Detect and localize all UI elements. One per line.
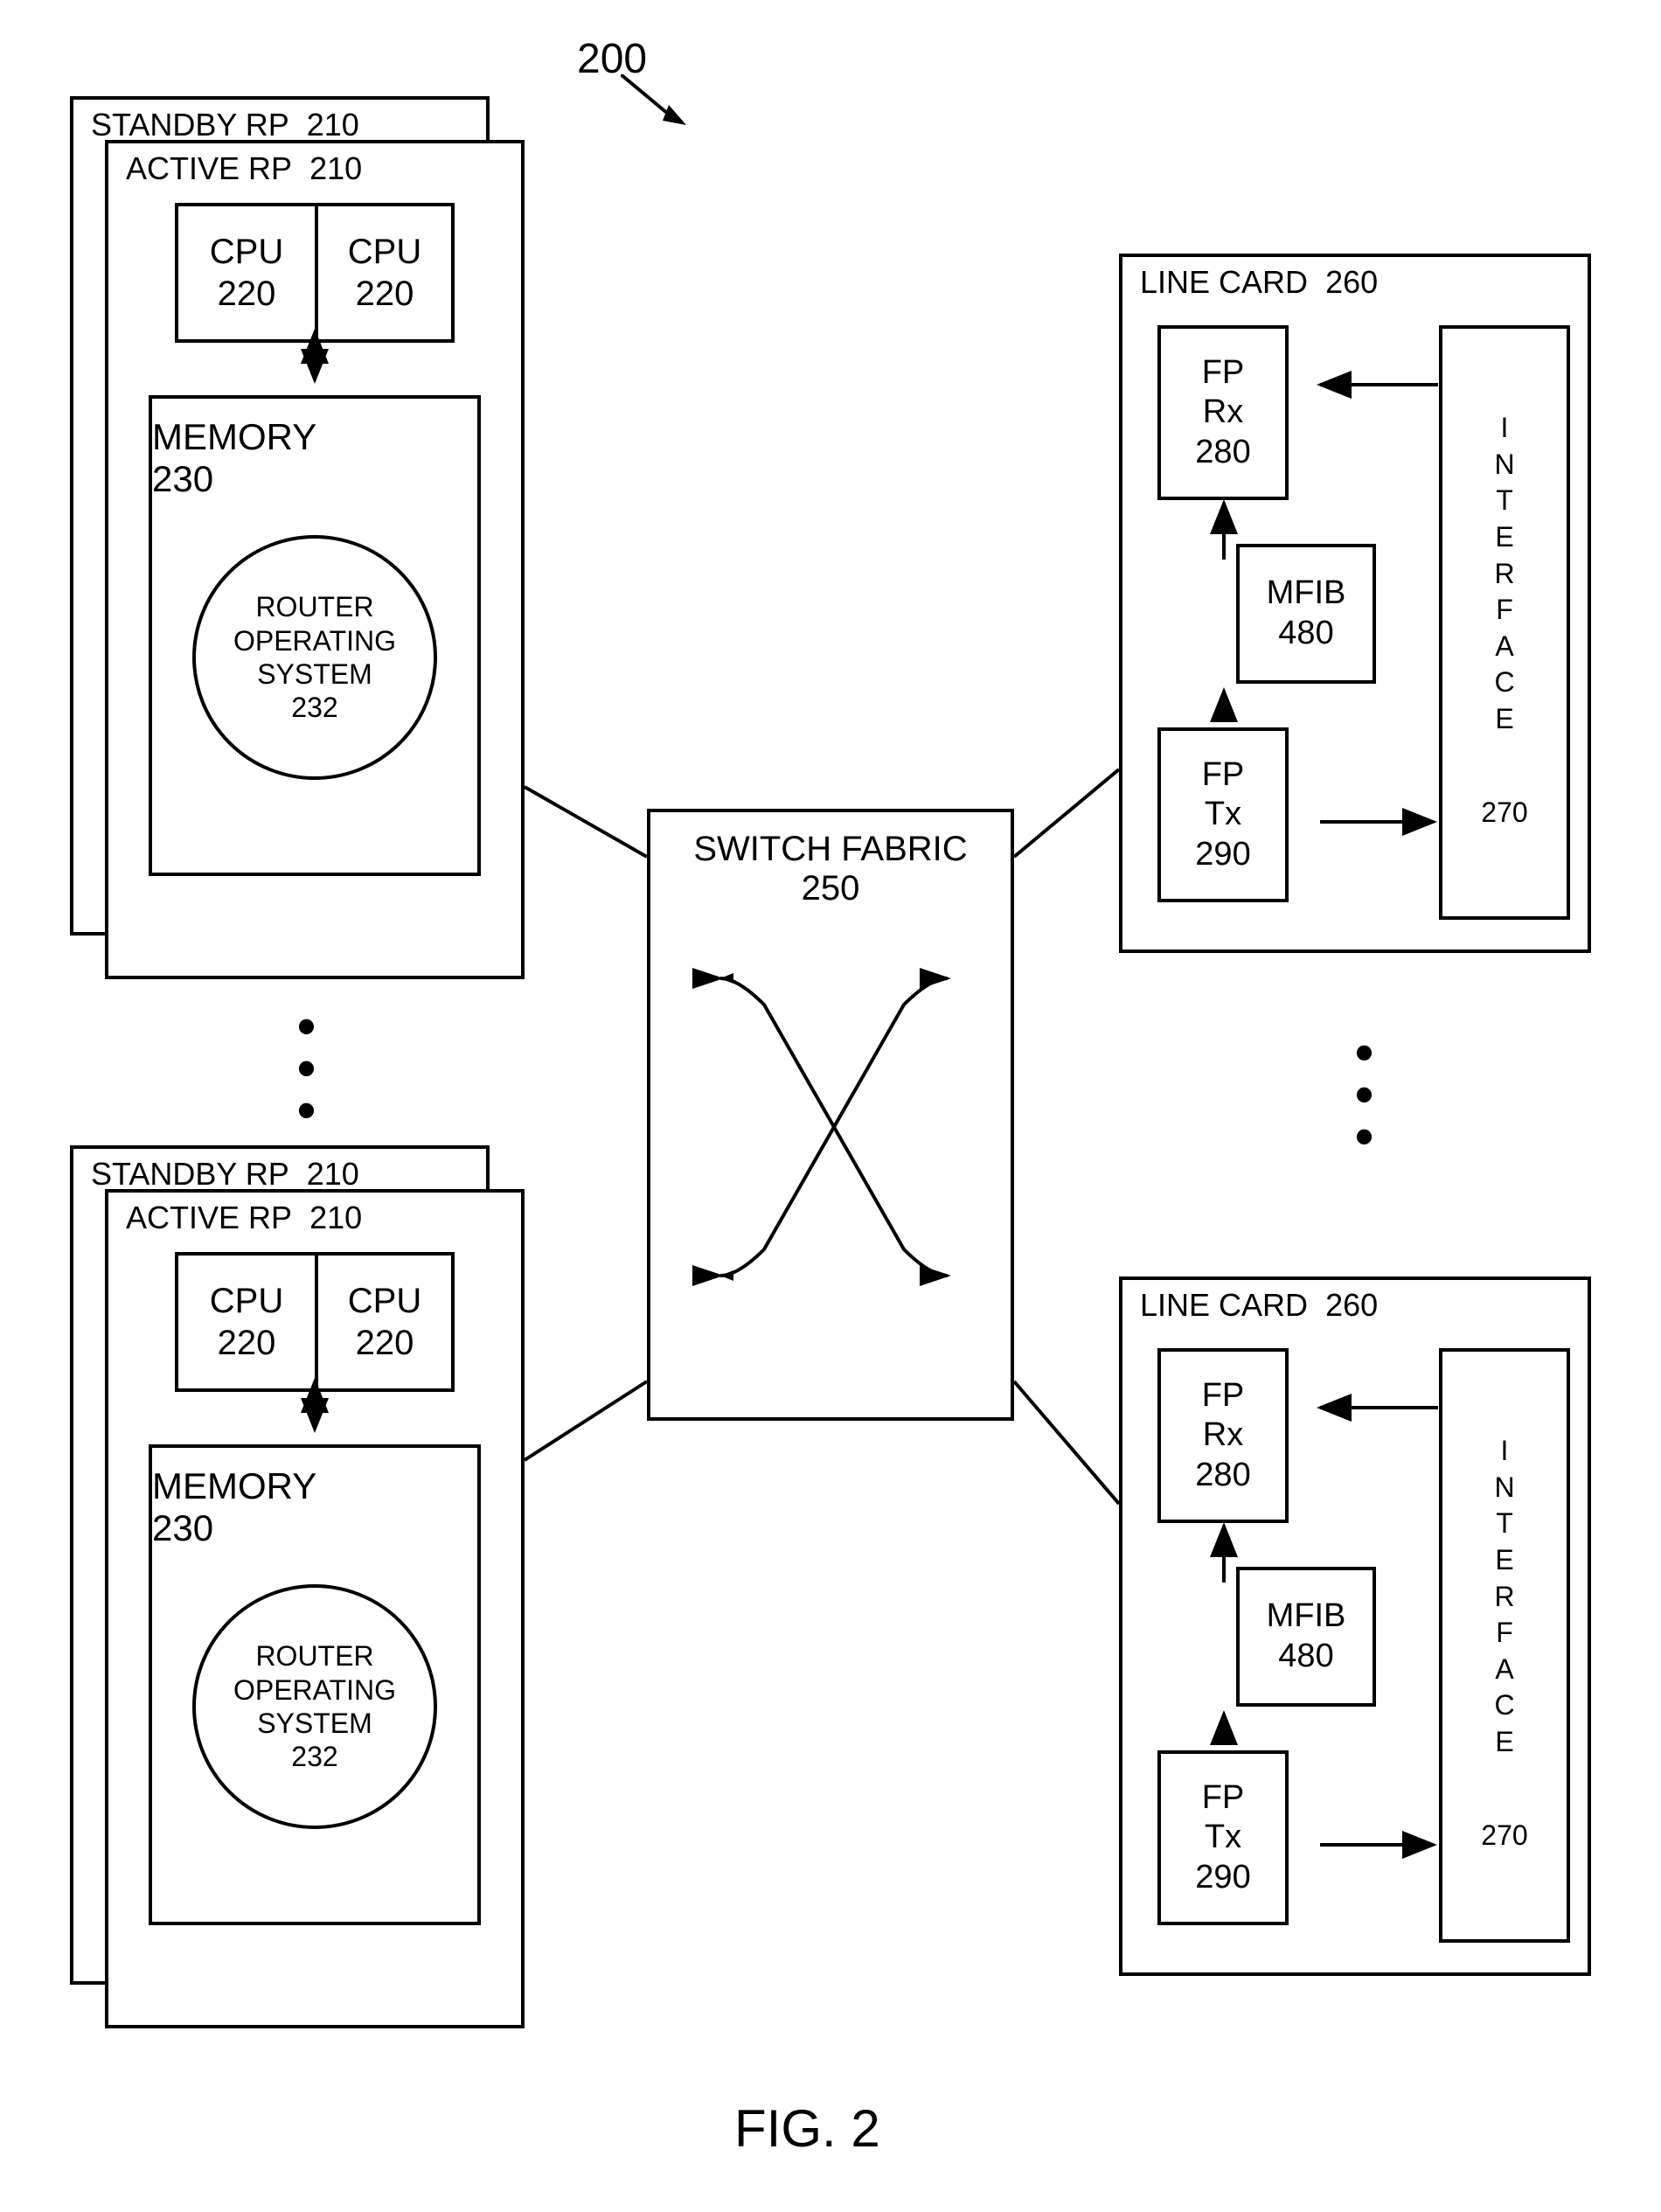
cpu-label: CPU (210, 1280, 283, 1322)
line-card-label: LINE CARD (1140, 1287, 1308, 1323)
memory-id: 230 (152, 1507, 213, 1548)
switch-fabric-id: 250 (802, 869, 860, 908)
standby-rp-id: 210 (307, 1156, 359, 1192)
interface-id: 270 (1481, 1813, 1527, 1858)
fp-tx-box: FP Tx 290 (1157, 1750, 1289, 1925)
cpu-label: CPU (348, 1280, 421, 1322)
cpu-id: 220 (356, 273, 414, 315)
mfib-box: MFIB 480 (1236, 1567, 1376, 1707)
line-card-id: 260 (1325, 1287, 1378, 1323)
router-os-line3: SYSTEM (257, 1707, 372, 1740)
switch-fabric-title: SWITCH FABRIC 250 (650, 812, 1011, 926)
cpu-id: 220 (356, 1322, 414, 1364)
line-card-label: LINE CARD (1140, 264, 1308, 300)
pointer-arrow-icon (621, 74, 708, 127)
router-os-line2: OPERATING (233, 1673, 396, 1707)
switch-fabric-box: SWITCH FABRIC 250 (647, 809, 1014, 1421)
dots-rp: ••• (297, 1005, 316, 1131)
memory-id: 230 (152, 458, 213, 499)
router-os-line3: SYSTEM (257, 657, 372, 691)
fp-rx-line1: FP (1202, 1376, 1245, 1416)
cpu-label: CPU (348, 231, 421, 273)
switch-fabric-label: SWITCH FABRIC (693, 830, 967, 868)
cpu-box-2: CPU 220 (315, 1252, 455, 1392)
router-os-circle: ROUTER OPERATING SYSTEM 232 (192, 535, 437, 780)
diagram-container: 200 STANDBY RP 210 ACTIVE RP 210 CPU 220… (17, 17, 1644, 2160)
switch-fabric-cross-icon (650, 926, 1018, 1398)
active-rp-box-1: ACTIVE RP 210 CPU 220 CPU 220 MEMORY 230 (105, 140, 525, 979)
router-os-id: 232 (291, 691, 337, 724)
fp-tx-line1: FP (1202, 1778, 1245, 1819)
figure-label: FIG. 2 (734, 2098, 880, 2159)
fp-tx-box: FP Tx 290 (1157, 727, 1289, 902)
router-os-id: 232 (291, 1740, 337, 1773)
cpu-box-1: CPU 220 (175, 1252, 315, 1392)
interface-id: 270 (1481, 790, 1527, 835)
active-rp-title: ACTIVE RP 210 (108, 1193, 521, 1243)
standby-rp-id: 210 (307, 107, 359, 143)
cpu-id: 220 (218, 1322, 276, 1364)
mfib-id: 480 (1278, 1637, 1333, 1677)
fp-rx-line2: Rx (1203, 393, 1243, 433)
fp-tx-id: 290 (1195, 835, 1250, 875)
interface-box: INTERFACE 270 (1439, 1348, 1570, 1943)
line-card-id: 260 (1325, 264, 1378, 300)
line-card-2: LINE CARD 260 FP Rx 280 MFIB 480 FP Tx 2… (1119, 1276, 1591, 1976)
active-rp-id: 210 (309, 150, 362, 186)
fp-rx-box: FP Rx 280 (1157, 325, 1289, 500)
cpu-container: CPU 220 CPU 220 (175, 203, 455, 343)
fp-tx-line2: Tx (1205, 795, 1241, 835)
router-os-line2: OPERATING (233, 624, 396, 657)
active-rp-label: ACTIVE RP (126, 1200, 292, 1235)
router-os-line1: ROUTER (255, 1639, 373, 1673)
router-os-circle: ROUTER OPERATING SYSTEM 232 (192, 1584, 437, 1829)
fp-rx-line1: FP (1202, 353, 1245, 393)
memory-label: MEMORY (152, 416, 316, 457)
fp-rx-box: FP Rx 280 (1157, 1348, 1289, 1523)
active-rp-box-2: ACTIVE RP 210 CPU 220 CPU 220 MEMORY 230 (105, 1189, 525, 2028)
line-card-1: LINE CARD 260 FP Rx 280 MFIB 480 FP Tx 2… (1119, 254, 1591, 953)
fp-rx-id: 280 (1195, 433, 1250, 473)
interface-letters: INTERFACE (1494, 1433, 1514, 1760)
active-rp-label: ACTIVE RP (126, 150, 292, 186)
dots-linecard: ••• (1355, 1032, 1373, 1158)
interface-letters: INTERFACE (1494, 410, 1514, 737)
mfib-id: 480 (1278, 614, 1333, 654)
line-card-title: LINE CARD 260 (1122, 257, 1588, 308)
cpu-label: CPU (210, 231, 283, 273)
router-os-line1: ROUTER (255, 590, 373, 623)
standby-rp-label: STANDBY RP (91, 107, 289, 143)
mfib-label: MFIB (1267, 574, 1346, 614)
fp-rx-id: 280 (1195, 1456, 1250, 1496)
fp-tx-line2: Tx (1205, 1818, 1241, 1858)
active-rp-id: 210 (309, 1200, 362, 1235)
line-card-content: FP Rx 280 MFIB 480 FP Tx 290 INTERFACE 2… (1122, 1331, 1588, 1960)
cpu-box-2: CPU 220 (315, 203, 455, 343)
memory-box: MEMORY 230 ROUTER OPERATING SYSTEM 232 (149, 1444, 481, 1925)
mfib-box: MFIB 480 (1236, 544, 1376, 684)
cpu-container: CPU 220 CPU 220 (175, 1252, 455, 1392)
memory-title: MEMORY 230 (152, 399, 477, 500)
line-card-content: FP Rx 280 MFIB 480 FP Tx 290 INTERFACE 2… (1122, 308, 1588, 937)
active-rp-title: ACTIVE RP 210 (108, 143, 521, 194)
memory-title: MEMORY 230 (152, 1448, 477, 1549)
line-card-title: LINE CARD 260 (1122, 1280, 1588, 1331)
fp-tx-line1: FP (1202, 755, 1245, 796)
interface-box: INTERFACE 270 (1439, 325, 1570, 920)
cpu-box-1: CPU 220 (175, 203, 315, 343)
memory-box: MEMORY 230 ROUTER OPERATING SYSTEM 232 (149, 395, 481, 876)
memory-label: MEMORY (152, 1465, 316, 1506)
standby-rp-label: STANDBY RP (91, 1156, 289, 1192)
cpu-id: 220 (218, 273, 276, 315)
fp-rx-line2: Rx (1203, 1416, 1243, 1456)
mfib-label: MFIB (1267, 1596, 1346, 1637)
fp-tx-id: 290 (1195, 1858, 1250, 1898)
